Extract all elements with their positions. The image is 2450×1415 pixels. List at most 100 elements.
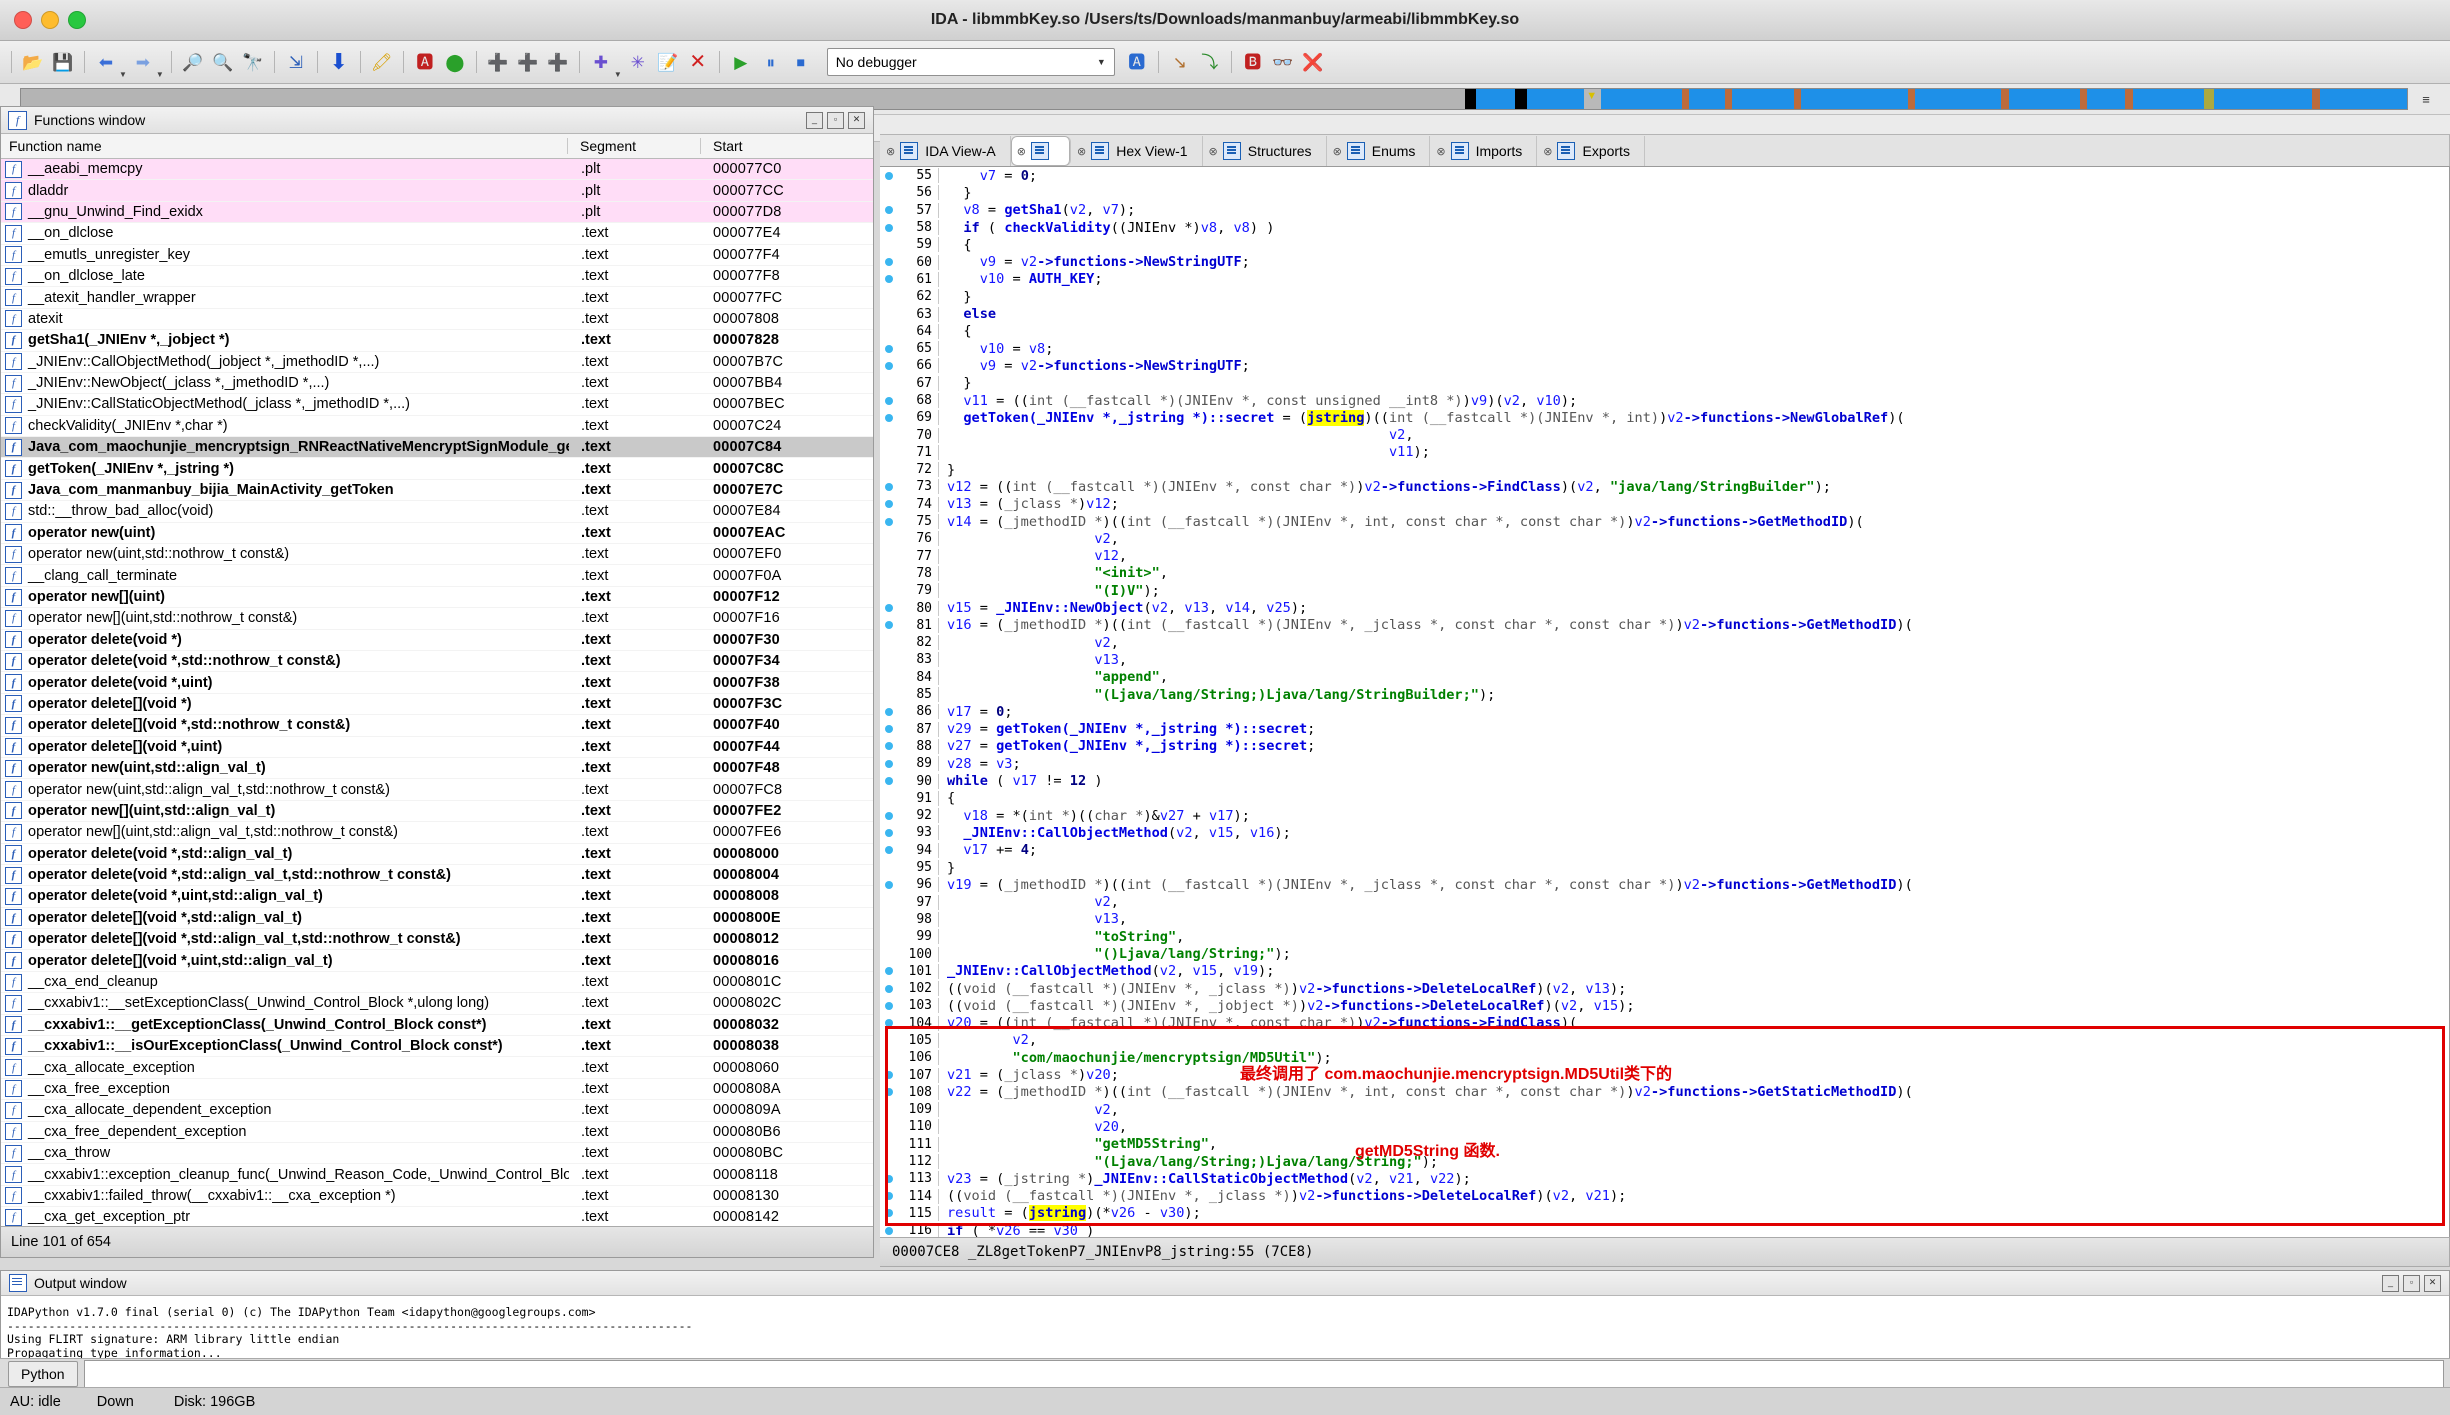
functions-table-body[interactable]: f __aeabi_memcpy .plt 000077C0 f dladdr .plt 00… (1, 159, 873, 1227)
breakpoint-gutter[interactable] (880, 1192, 898, 1201)
table-row[interactable]: f __clang_call_terminate .text 00007F0A (1, 565, 873, 587)
breakpoint-gutter[interactable] (880, 759, 898, 768)
function-name-cell[interactable]: f __cxxabiv1::failed_throw(__cxxabiv1::__… (1, 1187, 569, 1205)
code-text[interactable]: v15 = _JNIEnv::NewObject(v2, v13, v14, v… (939, 600, 2449, 616)
table-row[interactable]: f __gnu_Unwind_Find_exidx .plt 000077D8 (1, 201, 873, 224)
table-row[interactable]: f getSha1(_JNIEnv *,_jobject *) .text 00007… (1, 330, 873, 352)
close-icon[interactable]: ⊗ (1543, 145, 1552, 158)
code-text[interactable]: "toString", (939, 929, 2449, 945)
close-icon[interactable]: ⊗ (1077, 145, 1086, 158)
code-line[interactable]: 112 "(Ljava/lang/String;)Ljava/lang/Stri… (880, 1153, 2449, 1170)
code-line[interactable]: 111 "getMD5String", (880, 1136, 2449, 1153)
function-name-cell[interactable]: f operator delete(void *,std::nothrow_t c… (1, 652, 569, 670)
function-name-cell[interactable]: f operator delete[](void *,std::align_val… (1, 909, 569, 927)
table-row[interactable]: f operator new(uint) .text 00007EAC (1, 523, 873, 545)
breakpoint-gutter[interactable] (880, 275, 898, 284)
step-into-icon[interactable]: ↘ (1166, 48, 1194, 76)
window-controls[interactable] (0, 11, 86, 29)
table-row[interactable]: f __cxa_get_exception_ptr .text 00008142 (1, 1207, 873, 1227)
code-line[interactable]: 70 v2, (880, 426, 2449, 443)
breakpoint-gutter[interactable] (880, 258, 898, 267)
output-window-buttons[interactable]: _ ▫ ✕ (2382, 1274, 2445, 1292)
breakpoint-gutter[interactable] (880, 1019, 898, 1028)
function-name-cell[interactable]: f Java_com_maochunjie_mencryptsign_RNReac… (1, 438, 569, 456)
table-row[interactable]: f __cxxabiv1::exception_cleanup_func(_Unw… (1, 1164, 873, 1186)
code-text[interactable]: v19 = (_jmethodID *)((int (__fastcall *)… (939, 877, 2449, 893)
code-text[interactable]: ((void (__fastcall *)(JNIEnv *, _jobject… (939, 998, 2449, 1014)
code-text[interactable]: "getMD5String", (939, 1136, 2449, 1152)
function-name-cell[interactable]: f operator delete(void *,uint,std::align_… (1, 887, 569, 905)
breakpoint-gutter[interactable] (880, 206, 898, 215)
column-header-start[interactable]: Start (701, 138, 873, 154)
step-over-icon[interactable]: ⤵ (1196, 48, 1224, 76)
tab-imports[interactable]: ⊗ Imports (1430, 136, 1538, 166)
code-text[interactable]: v20, (939, 1119, 2449, 1135)
highlight-icon[interactable]: 🖍 (368, 48, 396, 76)
function-name-cell[interactable]: f operator delete(void *) (1, 631, 569, 649)
function-name-cell[interactable]: f __gnu_Unwind_Find_exidx (1, 203, 569, 221)
code-text[interactable]: v9 = v2->functions->NewStringUTF; (939, 254, 2449, 270)
code-line[interactable]: 101 _JNIEnv::CallObjectMethod(v2, v15, v1… (880, 963, 2449, 980)
breakpoint-gutter[interactable] (880, 482, 898, 491)
breakpoint-gutter[interactable] (880, 413, 898, 422)
clear-breakpoints-icon[interactable]: ❌ (1299, 48, 1327, 76)
forward-icon[interactable]: ➡ (129, 48, 157, 76)
chevron-down-icon[interactable]: ▼ (156, 70, 164, 79)
functions-window-buttons[interactable]: _ ▫ ✕ (806, 111, 869, 129)
code-text[interactable]: v2, (939, 427, 2449, 443)
code-text[interactable]: v13, (939, 652, 2449, 668)
function-name-cell[interactable]: f operator delete[](void *,uint) (1, 738, 569, 756)
function-name-cell[interactable]: f operator new[](uint,std::nothrow_t cons… (1, 609, 569, 627)
code-text[interactable]: if ( checkValidity((JNIEnv *)v8, v8) ) (939, 220, 2449, 236)
stop-icon[interactable]: ⏹ (787, 48, 815, 76)
code-text[interactable]: v14 = (_jmethodID *)((int (__fastcall *)… (939, 514, 2449, 530)
code-line[interactable]: 86 v17 = 0; (880, 703, 2449, 720)
breakpoint-gutter[interactable] (880, 1226, 898, 1235)
table-row[interactable]: f __aeabi_memcpy .plt 000077C0 (1, 159, 873, 181)
table-row[interactable]: f operator new(uint,std::align_val_t) .tex… (1, 758, 873, 780)
table-row[interactable]: f __cxa_allocate_exception .text 00008060 (1, 1057, 873, 1079)
code-line[interactable]: 67 } (880, 375, 2449, 392)
code-text[interactable]: v2, (939, 531, 2449, 547)
code-text[interactable]: v2, (939, 1102, 2449, 1118)
code-line[interactable]: 60 v9 = v2->functions->NewStringUTF; (880, 253, 2449, 270)
code-text[interactable]: v10 = AUTH_KEY; (939, 271, 2449, 287)
breakpoint-gutter[interactable] (880, 880, 898, 889)
jump-down-icon[interactable]: ⬇ (325, 48, 353, 76)
code-line[interactable]: 85 "(Ljava/lang/String;)Ljava/lang/Strin… (880, 686, 2449, 703)
breakpoint-gutter[interactable] (880, 1174, 898, 1183)
code-text[interactable]: ((void (__fastcall *)(JNIEnv *, _jclass … (939, 981, 2449, 997)
code-text[interactable]: v7 = 0; (939, 168, 2449, 184)
column-header-segment[interactable]: Segment (568, 138, 701, 154)
code-text[interactable]: v20 = ((int (__fastcall *)(JNIEnv *, con… (939, 1015, 2449, 1031)
function-name-cell[interactable]: f __cxa_end_cleanup (1, 973, 569, 991)
code-text[interactable]: v2, (939, 1032, 2449, 1048)
table-row[interactable]: f __cxa_end_cleanup .text 0000801C (1, 972, 873, 994)
code-line[interactable]: 80 v15 = _JNIEnv::NewObject(v2, v13, v14,… (880, 599, 2449, 616)
search-hex-icon[interactable]: 🔎 (179, 48, 207, 76)
code-line[interactable]: 98 v13, (880, 911, 2449, 928)
close-icon[interactable]: ⊗ (1209, 145, 1218, 158)
table-row[interactable]: f getToken(_JNIEnv *,_jstring *) .text 0000… (1, 458, 873, 480)
code-text[interactable]: v2, (939, 894, 2449, 910)
function-name-cell[interactable]: f operator new(uint,std::nothrow_t const&… (1, 545, 569, 563)
breakpoint-gutter[interactable] (880, 517, 898, 526)
code-text[interactable]: v2, (939, 635, 2449, 651)
function-name-cell[interactable]: f __cxa_free_exception (1, 1080, 569, 1098)
table-row[interactable]: f operator delete[](void *,std::align_val… (1, 929, 873, 951)
table-row[interactable]: f std::__throw_bad_alloc(void) .text 00007E… (1, 501, 873, 523)
code-text[interactable]: v13, (939, 911, 2449, 927)
chevron-down-icon[interactable]: ▼ (119, 70, 127, 79)
table-row[interactable]: f __cxa_free_exception .text 0000808A (1, 1079, 873, 1101)
code-text[interactable]: v27 = getToken(_JNIEnv *,_jstring *)::se… (939, 738, 2449, 754)
table-row[interactable]: f Java_com_manmanbuy_bijia_MainActivity_g… (1, 480, 873, 502)
close-icon[interactable]: ⊗ (1017, 145, 1026, 158)
code-line[interactable]: 61 v10 = AUTH_KEY; (880, 271, 2449, 288)
table-row[interactable]: f _JNIEnv::CallObjectMethod(_jobject *,_j… (1, 352, 873, 373)
function-name-cell[interactable]: f operator delete[](void *,std::nothrow_t… (1, 716, 569, 734)
function-name-cell[interactable]: f operator new(uint,std::align_val_t,std:… (1, 781, 569, 799)
function-name-cell[interactable]: f __atexit_handler_wrapper (1, 289, 569, 307)
function-name-cell[interactable]: f std::__throw_bad_alloc(void) (1, 502, 569, 520)
table-row[interactable]: f operator new[](uint,std::align_val_t) .t… (1, 801, 873, 823)
function-name-cell[interactable]: f __clang_call_terminate (1, 567, 569, 585)
